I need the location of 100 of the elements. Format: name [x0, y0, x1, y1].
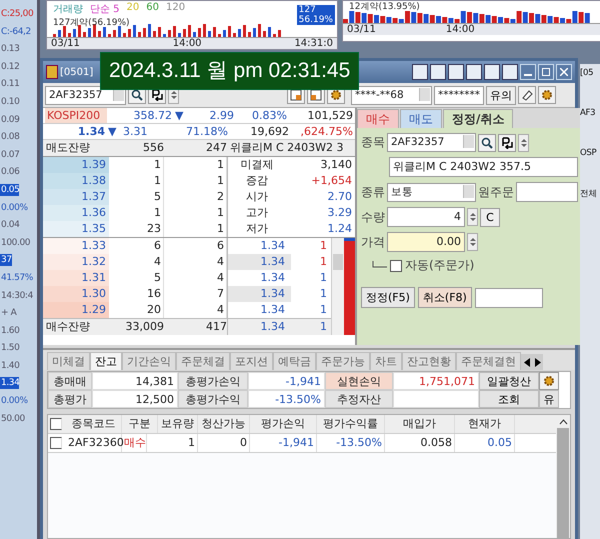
summary-button[interactable]: 일괄청산	[479, 372, 539, 390]
summary-value: 12,500	[92, 390, 178, 408]
scrollbar[interactable]	[331, 238, 344, 335]
order-button[interactable]: 취소(F8)	[418, 287, 472, 308]
legend-label: 단순 5	[90, 3, 120, 16]
tab[interactable]: 주문체결현	[456, 352, 521, 370]
panel-label: OSP	[580, 148, 596, 158]
price-field[interactable]: 0.00	[387, 232, 465, 252]
column-header: 구분	[122, 415, 158, 433]
notice-button[interactable]: 유의	[486, 86, 516, 104]
info-label: 미결제	[240, 157, 274, 173]
price-label: 0.00%	[0, 202, 28, 214]
minimize-icon[interactable]	[520, 64, 536, 80]
volume-badge: 127 56.19%	[296, 5, 335, 25]
toolbar-icon[interactable]	[430, 64, 446, 80]
settings-icon[interactable]	[538, 86, 556, 104]
price-label: 0.06	[0, 166, 20, 178]
scrollbar[interactable]	[556, 415, 570, 538]
order-tab[interactable]: 정정/취소	[443, 109, 514, 128]
axis-label: 03/11	[347, 24, 376, 35]
axis-label: 03/11	[51, 38, 80, 49]
tab[interactable]: 미체결	[47, 352, 90, 370]
checkbox[interactable]	[390, 260, 402, 272]
panel-label: AF3	[580, 108, 596, 118]
price-rate: 71.18%	[185, 124, 228, 139]
axis-label: 14:31:0	[294, 38, 333, 49]
tab[interactable]: 주문가능	[316, 352, 370, 370]
input-field[interactable]	[474, 288, 543, 308]
tab[interactable]: 잔고	[90, 352, 122, 370]
type-dropdown[interactable]: 보통	[387, 182, 476, 202]
column-header: 청산가능	[198, 415, 250, 433]
column-header: 평가손익	[250, 415, 317, 433]
clear-button[interactable]: C	[480, 208, 500, 226]
toolbar-icon[interactable]	[502, 64, 518, 80]
table-cell: 2	[164, 189, 227, 205]
table-cell: 1	[109, 205, 164, 221]
settings-icon[interactable]	[539, 372, 559, 390]
field-label: 종목	[361, 134, 385, 151]
tab[interactable]: 주문체결	[176, 352, 230, 370]
spinner-icon[interactable]	[518, 134, 529, 152]
scroll-right-icon[interactable]	[532, 354, 543, 370]
tab[interactable]: 차트	[370, 352, 402, 370]
table-cell: 0.058	[385, 434, 455, 452]
checkbox[interactable]	[50, 418, 62, 430]
tab[interactable]: 포지션	[230, 352, 273, 370]
price-label: 41.57%	[0, 272, 33, 284]
close-icon[interactable]	[556, 64, 572, 80]
table-cell: 16	[109, 286, 164, 302]
tab[interactable]: 예탁금	[273, 352, 316, 370]
code-field[interactable]: 2AF32357	[387, 133, 476, 152]
scroll-left-icon[interactable]	[521, 354, 532, 370]
down-arrow: ▼	[108, 124, 118, 139]
password-field[interactable]: ********	[434, 86, 484, 104]
name-field[interactable]: 위클리M C 2403W2 357.5	[389, 157, 578, 177]
quantity-field[interactable]: 4	[387, 207, 465, 227]
summary-button[interactable]: 유	[539, 390, 559, 408]
down-arrow: ▼	[175, 108, 184, 123]
column-header: 보유량	[158, 415, 198, 433]
axis-label: 14:00	[446, 24, 475, 35]
index-value: 358.72	[132, 108, 172, 123]
legend-label: 120	[166, 2, 186, 15]
price-label: + A	[0, 307, 16, 320]
order-button[interactable]: 정정(F5)	[361, 287, 415, 308]
account-field[interactable]: ****-**68	[351, 86, 432, 104]
checkbox[interactable]	[50, 437, 62, 449]
price-label: 1.50	[0, 342, 20, 354]
table-cell: 매수	[122, 434, 147, 452]
price-label: C:-64,2	[0, 26, 31, 38]
summary-button[interactable]: 조회	[479, 390, 539, 408]
order-tab[interactable]: 매도	[400, 109, 442, 128]
field-label: 가격	[361, 234, 385, 250]
spinner-icon[interactable]	[467, 208, 478, 226]
code-field[interactable]: 2AF32357	[45, 86, 126, 104]
column-header: 매수잔량	[45, 319, 91, 335]
column-header: 현재가	[455, 415, 515, 433]
toolbar-icon[interactable]	[484, 64, 500, 80]
maximize-icon[interactable]	[538, 64, 554, 80]
scroll-up-icon[interactable]	[558, 419, 568, 425]
price-label: 0.08	[0, 131, 20, 144]
volume-label: 12계약(13.95%)	[349, 1, 420, 13]
price-label: 0.04	[0, 219, 20, 232]
table-cell-text: 247	[205, 140, 227, 156]
search-icon[interactable]	[478, 134, 496, 152]
original-order-field[interactable]	[516, 182, 578, 202]
toolbar-icon[interactable]	[412, 64, 428, 80]
toolbar-icon[interactable]	[466, 64, 482, 80]
toolbar-icon[interactable]	[448, 64, 464, 80]
tab[interactable]: 기간손익	[122, 352, 176, 370]
bid-price: 1.33	[43, 238, 109, 254]
eraser-icon[interactable]	[518, 86, 536, 104]
tab[interactable]: 잔고현황	[402, 352, 456, 370]
index-volume: 101,529	[306, 108, 353, 123]
field-label: 수량	[361, 208, 385, 226]
volume-label: 127계약(56.19%)	[53, 17, 130, 29]
table-cell: -13.50%	[317, 434, 385, 452]
legend-label: 20	[126, 2, 140, 15]
legend-label: 60	[146, 2, 160, 15]
spinner-icon[interactable]	[467, 233, 478, 251]
window-title: [0501]	[60, 66, 94, 78]
price-label: 50.00	[0, 412, 25, 425]
